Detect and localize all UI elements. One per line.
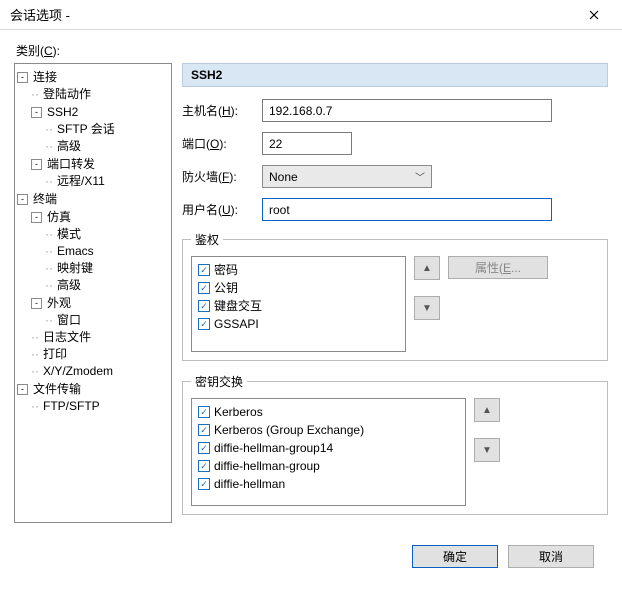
checkbox-checked-icon: ✓ — [198, 442, 210, 454]
checkbox-checked-icon: ✓ — [198, 460, 210, 472]
auth-item-password[interactable]: ✓密码 — [198, 261, 399, 279]
tree-node-ssh2-advanced[interactable]: ··高级 — [45, 138, 81, 155]
collapse-icon[interactable]: - — [17, 384, 28, 395]
host-label: 主机名(H): — [182, 102, 262, 119]
tree-node-xyzmodem[interactable]: ··X/Y/Zmodem — [31, 363, 113, 380]
kex-item-dh[interactable]: ✓diffie-hellman — [198, 475, 459, 493]
kex-item-dh14[interactable]: ✓diffie-hellman-group14 — [198, 439, 459, 457]
kex-item-kerberos-ge[interactable]: ✓Kerberos (Group Exchange) — [198, 421, 459, 439]
collapse-icon[interactable]: - — [17, 194, 28, 205]
tree-node-connection[interactable]: -连接 — [17, 69, 57, 86]
auth-item-publickey[interactable]: ✓公钥 — [198, 279, 399, 297]
checkbox-checked-icon: ✓ — [198, 478, 210, 490]
ok-button[interactable]: 确定 — [412, 545, 498, 568]
kex-listbox[interactable]: ✓Kerberos ✓Kerberos (Group Exchange) ✓di… — [191, 398, 466, 506]
port-label: 端口(O): — [182, 135, 262, 152]
tree-node-emulation[interactable]: -仿真 — [31, 209, 71, 226]
port-input[interactable] — [262, 132, 352, 155]
tree-node-logon[interactable]: ··登陆动作 — [31, 86, 91, 103]
auth-properties-button[interactable]: 属性(E... — [448, 256, 548, 279]
titlebar: 会话选项 - — [0, 0, 622, 30]
category-label: 类别(C): — [16, 42, 608, 59]
triangle-up-icon: ▲ — [482, 405, 492, 416]
tree-node-term-advanced[interactable]: ··高级 — [45, 277, 81, 294]
firewall-label: 防火墙(F): — [182, 168, 262, 185]
kex-item-dhgroup[interactable]: ✓diffie-hellman-group — [198, 457, 459, 475]
tree-node-sftp-session[interactable]: ··SFTP 会话 — [45, 121, 115, 138]
auth-move-up-button[interactable]: ▲ — [414, 256, 440, 280]
auth-move-down-button[interactable]: ▼ — [414, 296, 440, 320]
auth-item-gssapi[interactable]: ✓GSSAPI — [198, 315, 399, 333]
tree-node-ftpsftp[interactable]: ··FTP/SFTP — [31, 398, 100, 415]
kex-group: 密钥交换 ✓Kerberos ✓Kerberos (Group Exchange… — [182, 373, 608, 515]
panel-header: SSH2 — [182, 63, 608, 87]
auth-group: 鉴权 ✓密码 ✓公钥 ✓键盘交互 ✓GSSAPI ▲ ▼ 属性(E... — [182, 231, 608, 361]
checkbox-checked-icon: ✓ — [198, 318, 210, 330]
triangle-up-icon: ▲ — [422, 263, 432, 274]
tree-node-logfile[interactable]: ··日志文件 — [31, 329, 91, 346]
tree-node-window[interactable]: ··窗口 — [45, 312, 81, 329]
host-input[interactable] — [262, 99, 552, 122]
close-button[interactable] — [572, 1, 616, 29]
kex-move-up-button[interactable]: ▲ — [474, 398, 500, 422]
tree-node-ssh2[interactable]: -SSH2 — [31, 104, 78, 121]
username-label: 用户名(U): — [182, 201, 262, 218]
triangle-down-icon: ▼ — [422, 303, 432, 314]
checkbox-checked-icon: ✓ — [198, 300, 210, 312]
tree-node-print[interactable]: ··打印 — [31, 346, 67, 363]
tree-node-port-forward[interactable]: -端口转发 — [31, 156, 95, 173]
chevron-down-icon: ﹀ — [415, 169, 425, 184]
cancel-button[interactable]: 取消 — [508, 545, 594, 568]
collapse-icon[interactable]: - — [17, 72, 28, 83]
kex-item-kerberos[interactable]: ✓Kerberos — [198, 403, 459, 421]
firewall-value: None — [269, 170, 298, 184]
auth-listbox[interactable]: ✓密码 ✓公钥 ✓键盘交互 ✓GSSAPI — [191, 256, 406, 352]
checkbox-checked-icon: ✓ — [198, 424, 210, 436]
auth-item-keyboard[interactable]: ✓键盘交互 — [198, 297, 399, 315]
triangle-down-icon: ▼ — [482, 445, 492, 456]
collapse-icon[interactable]: - — [31, 107, 42, 118]
firewall-select[interactable]: None ﹀ — [262, 165, 432, 188]
collapse-icon[interactable]: - — [31, 159, 42, 170]
auth-legend: 鉴权 — [191, 231, 223, 248]
collapse-icon[interactable]: - — [31, 212, 42, 223]
collapse-icon[interactable]: - — [31, 298, 42, 309]
kex-move-down-button[interactable]: ▼ — [474, 438, 500, 462]
kex-legend: 密钥交换 — [191, 373, 247, 390]
tree-node-remote-x11[interactable]: ··远程/X11 — [45, 173, 105, 190]
tree-node-terminal[interactable]: -终端 — [17, 191, 57, 208]
tree-node-emacs[interactable]: ··Emacs — [45, 243, 94, 260]
tree-node-mode[interactable]: ··模式 — [45, 226, 81, 243]
tree-node-appearance[interactable]: -外观 — [31, 295, 71, 312]
category-tree[interactable]: -连接 ··登陆动作 -SSH2 ··SFTP 会话 ··高级 -端口转发 — [14, 63, 172, 523]
tree-node-filetransfer[interactable]: -文件传输 — [17, 381, 81, 398]
close-icon — [589, 10, 599, 20]
checkbox-checked-icon: ✓ — [198, 406, 210, 418]
checkbox-checked-icon: ✓ — [198, 264, 210, 276]
tree-node-keymap[interactable]: ··映射键 — [45, 260, 93, 277]
window-title: 会话选项 - — [10, 5, 70, 24]
username-input[interactable] — [262, 198, 552, 221]
checkbox-checked-icon: ✓ — [198, 282, 210, 294]
